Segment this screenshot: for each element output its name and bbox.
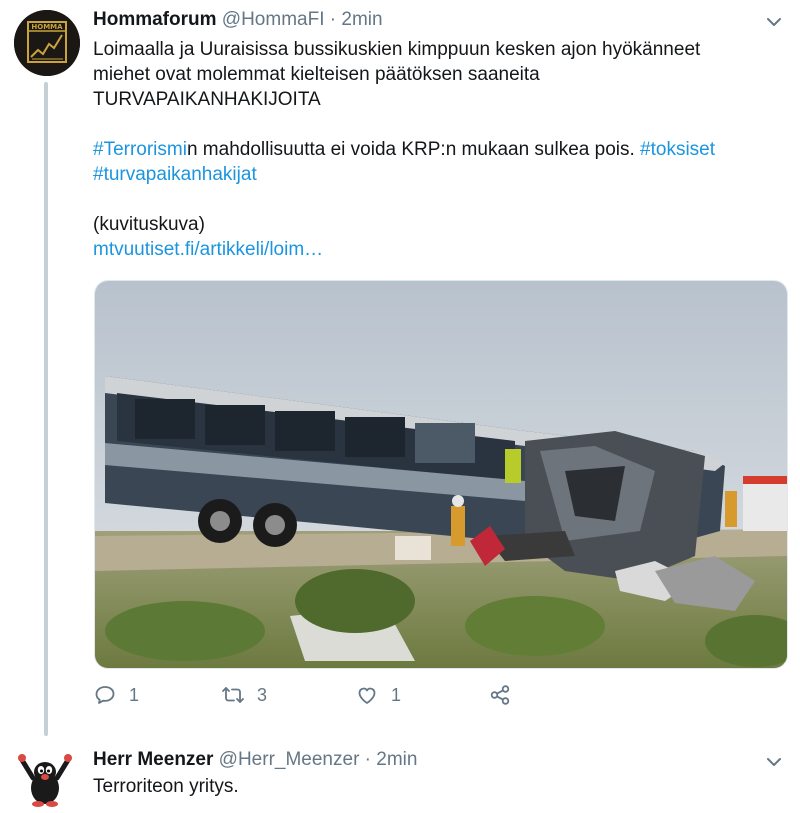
like-count: 1 [391,684,402,705]
retweet-button[interactable]: 3 [221,680,267,710]
display-name[interactable]: Herr Meenzer [93,749,213,770]
caption-text: (kuvituskuva) [93,214,205,235]
retweet-icon [222,687,244,703]
tweet-text-segment: n mahdollisuutta ei voida KRP:n mukaan s… [186,139,635,160]
heart-icon [358,687,376,704]
user-handle[interactable]: @Herr_Meenzer [219,749,360,770]
herr-meenzer-avatar[interactable] [16,748,74,808]
share-button[interactable] [488,680,512,710]
reply-count: 1 [129,684,140,705]
tweet-text-line: Loimaalla ja Uuraisissa bussikuskien kim… [93,39,701,60]
tweet-actions: 1 3 1 [93,680,593,710]
chevron-down-icon [767,758,781,766]
hashtag-turvapaikanhakijat[interactable]: #turvapaikanhakijat [93,164,257,185]
homma-logo-icon: HOMMA [14,10,80,76]
tweet-menu-button[interactable] [762,10,786,34]
hashtag-toksiset[interactable]: #toksiset [640,139,715,160]
like-button[interactable]: 1 [355,680,401,710]
timestamp[interactable]: 2min [376,749,417,770]
header-separator: · [364,749,371,770]
tweet-header: Hommaforum @HommaFI · 2min [93,9,383,31]
article-link[interactable]: mtvuutiset.fi/artikkeli/loim… [93,239,323,260]
tweet-photo[interactable] [94,280,788,669]
retweet-count: 3 [257,684,268,705]
hashtag-terrorismi[interactable]: #Terrorismi [93,139,187,160]
user-handle[interactable]: @HommaFI [222,9,325,30]
bus-crash-photo [95,281,787,668]
header-separator: · [329,9,337,30]
avatar-logo-text: HOMMA [31,23,63,31]
tweet-hommaforum[interactable]: HOMMA Hommaforum @HommaFI · 2min Loimaal… [0,0,800,740]
tweet-menu-button[interactable] [762,750,786,774]
tweet-text-line: #Terrorismin mahdollisuutta ei voida KRP… [93,137,773,162]
tweet-text: Terroriteon yritys. [93,776,239,797]
mole-cartoon-avatar [16,748,74,808]
tweet-header: Herr Meenzer @Herr_Meenzer · 2min [93,749,417,771]
timestamp[interactable]: 2min [341,9,382,30]
thread-line [44,82,48,736]
reply-icon [95,686,115,704]
tweet-herr-meenzer[interactable]: Herr Meenzer @Herr_Meenzer · 2min Terror… [0,740,800,813]
reply-button[interactable]: 1 [93,680,139,710]
tweet-text-line: miehet ovat molemmat kielteisen päätökse… [93,64,540,85]
display-name[interactable]: Hommaforum [93,9,217,30]
tweet-text: Loimaalla ja Uuraisissa bussikuskien kim… [93,37,773,262]
tweet-text-line: TURVAPAIKANHAKIJOITA [93,89,321,110]
share-icon [490,685,510,705]
chevron-down-icon [767,18,781,26]
hommaforum-avatar[interactable]: HOMMA [14,10,80,76]
tweet-text-line: #turvapaikanhakijat [93,162,773,187]
